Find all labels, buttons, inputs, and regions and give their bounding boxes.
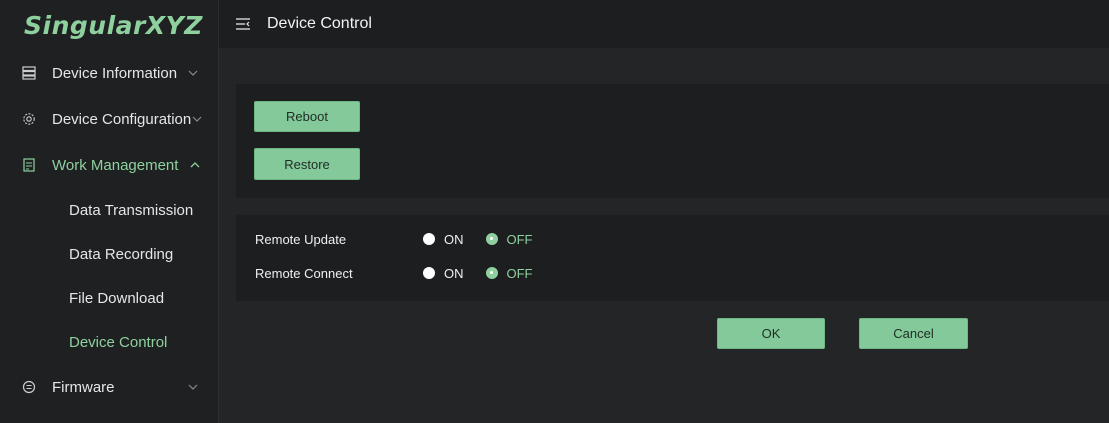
chevron-up-icon: [188, 158, 202, 172]
remote-connect-label: Remote Connect: [255, 265, 353, 281]
clipboard-icon: [22, 158, 36, 172]
sidebar-subitem-data-recording[interactable]: Data Recording: [0, 232, 218, 276]
remote-update-row: Remote Update ON OFF: [255, 229, 555, 249]
cancel-button[interactable]: Cancel: [859, 318, 968, 349]
top-bar: Device Control: [219, 0, 1109, 48]
menu-collapse-icon[interactable]: [235, 17, 251, 31]
ok-button[interactable]: OK: [717, 318, 825, 349]
sidebar-item-work-management[interactable]: Work Management: [0, 142, 218, 188]
main-content: Reboot Restore Remote Update ON OFF Remo…: [219, 48, 1109, 423]
chevron-down-icon: [186, 66, 200, 80]
remote-update-on-radio[interactable]: ON: [423, 232, 464, 247]
sidebar-subitem-device-control[interactable]: Device Control: [0, 320, 218, 364]
gear-icon: [22, 112, 36, 126]
sidebar-item-firmware[interactable]: Firmware: [0, 364, 218, 410]
sidebar-item-label: Firmware: [52, 378, 115, 396]
radio-unchecked-icon: [423, 267, 435, 279]
sidebar-item-label: Device Information: [52, 64, 178, 82]
radio-label: ON: [444, 265, 464, 281]
logo: SingularXYZ: [24, 10, 203, 40]
radio-checked-icon: [485, 267, 498, 279]
radio-label: ON: [444, 231, 464, 247]
restore-button[interactable]: Restore: [254, 148, 360, 180]
remote-connect-on-radio[interactable]: ON: [423, 266, 464, 281]
server-icon: [22, 66, 36, 80]
sidebar: SingularXYZ Device Information Device Co…: [0, 0, 219, 423]
radio-checked-icon: [485, 233, 498, 245]
sidebar-subitem-data-transmission[interactable]: Data Transmission: [0, 188, 218, 232]
remote-connect-off-radio[interactable]: OFF: [485, 265, 533, 281]
radio-label: OFF: [506, 231, 533, 247]
reboot-button[interactable]: Reboot: [254, 101, 360, 132]
chip-icon: [22, 380, 36, 394]
actions-panel: Reboot Restore: [236, 84, 1109, 198]
remote-update-off-radio[interactable]: OFF: [485, 231, 533, 247]
page-title: Device Control: [267, 15, 372, 32]
remote-update-label: Remote Update: [255, 231, 347, 247]
sidebar-item-device-configuration[interactable]: Device Configuration: [0, 96, 218, 142]
sidebar-item-label: Work Management: [52, 156, 179, 174]
remote-connect-row: Remote Connect ON OFF: [255, 263, 555, 283]
sidebar-subitem-file-download[interactable]: File Download: [0, 276, 218, 320]
radio-label: OFF: [506, 265, 533, 281]
remote-settings-panel: Remote Update ON OFF Remote Connect ON O…: [236, 215, 1109, 301]
sidebar-item-device-information[interactable]: Device Information: [0, 50, 218, 96]
chevron-down-icon: [186, 380, 200, 394]
sidebar-item-label: Device Configuration: [52, 110, 192, 128]
radio-unchecked-icon: [423, 233, 435, 245]
chevron-down-icon: [190, 112, 204, 126]
